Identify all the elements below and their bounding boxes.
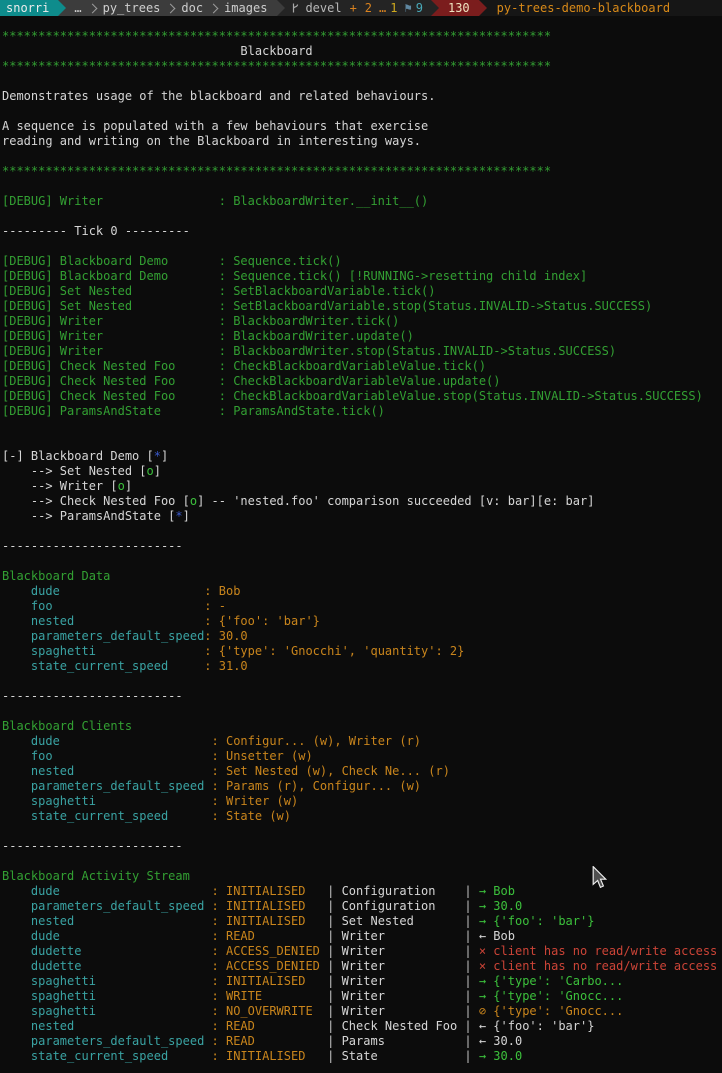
terminal-line: --------- Tick 0 --------- <box>2 224 190 238</box>
mouse-cursor-icon <box>592 866 607 889</box>
breadcrumb-item: … <box>74 1 82 15</box>
terminal-line: [DEBUG] ParamsAndState : ParamsAndState.… <box>2 404 385 418</box>
breadcrumb-item: doc <box>181 1 204 15</box>
git-stash-icon: ⚑ <box>404 1 412 15</box>
tmux-status-bar: snorri … py_trees doc images devel + 2 …… <box>0 0 722 16</box>
git-untracked-count: 1 <box>390 1 398 15</box>
running-command-name: py-trees-demo-blackboard <box>486 0 681 16</box>
terminal-line: state_current_speed : State (w) <box>2 809 291 823</box>
terminal-line: [DEBUG] Blackboard Demo : Sequence.tick(… <box>2 254 342 268</box>
chevron-separator-icon <box>208 3 219 13</box>
terminal-line: [DEBUG] Blackboard Demo : Sequence.tick(… <box>2 269 588 283</box>
terminal-line: nested : INITIALISED | Set Nested | → {'… <box>2 914 595 928</box>
terminal-line: nested : Set Nested (w), Check Ne... (r) <box>2 764 450 778</box>
terminal-line: --> Writer [o] <box>2 479 133 493</box>
terminal-line: [DEBUG] Writer : BlackboardWriter.__init… <box>2 194 429 208</box>
terminal-line: foo : Unsetter (w) <box>2 749 313 763</box>
terminal-line: dude : READ | Writer | ← Bob <box>2 929 515 943</box>
terminal-line: [DEBUG] Set Nested : SetBlackboardVariab… <box>2 284 436 298</box>
terminal-line: ------------------------- <box>2 689 183 703</box>
terminal-line: Blackboard <box>2 44 313 58</box>
terminal-line: ------------------------- <box>2 539 183 553</box>
terminal-line: parameters_default_speed: 30.0 <box>2 629 248 643</box>
terminal-line: ****************************************… <box>2 59 552 73</box>
terminal-line: [DEBUG] Check Nested Foo : CheckBlackboa… <box>2 389 703 403</box>
git-changed-icon: + <box>349 1 357 15</box>
powerline-arrow-icon <box>478 0 487 16</box>
command-label: py-trees-demo-blackboard <box>496 1 671 15</box>
terminal-line: [DEBUG] Set Nested : SetBlackboardVariab… <box>2 299 653 313</box>
terminal-line: [DEBUG] Writer : BlackboardWriter.update… <box>2 329 414 343</box>
terminal-line: parameters_default_speed : Params (r), C… <box>2 779 422 793</box>
terminal-line: nested : {'foo': 'bar'} <box>2 614 320 628</box>
git-branch-icon <box>293 3 299 13</box>
terminal-line: [DEBUG] Check Nested Foo : CheckBlackboa… <box>2 374 501 388</box>
git-stash-count: 9 <box>415 1 423 15</box>
terminal-line: A sequence is populated with a few behav… <box>2 119 429 133</box>
terminal-line: dudette : ACCESS_DENIED | Writer | × cli… <box>2 944 718 958</box>
git-changed-count: 2 <box>364 1 373 15</box>
terminal-line: ****************************************… <box>2 29 552 43</box>
terminal-line: spaghetti : INITIALISED | Writer | → {'t… <box>2 974 624 988</box>
terminal-line: reading and writing on the Blackboard in… <box>2 134 422 148</box>
terminal-line: spaghetti : Writer (w) <box>2 794 299 808</box>
terminal-line: Blackboard Activity Stream <box>2 869 190 883</box>
terminal-line: [-] Blackboard Demo [*] <box>2 449 169 463</box>
terminal-line: [DEBUG] Check Nested Foo : CheckBlackboa… <box>2 359 487 373</box>
git-untracked-icon: … <box>379 1 387 15</box>
terminal-line: --> Set Nested [o] <box>2 464 161 478</box>
powerline-arrow-icon <box>277 0 286 16</box>
terminal-line: spaghetti : WRITE | Writer | → {'type': … <box>2 989 624 1003</box>
terminal-line: state_current_speed : 31.0 <box>2 659 248 673</box>
powerline-arrow-icon <box>430 0 439 16</box>
hostname: snorri <box>6 1 50 15</box>
terminal-line: Blackboard Data <box>2 569 111 583</box>
terminal-line: ****************************************… <box>2 164 552 178</box>
terminal-line: [DEBUG] Writer : BlackboardWriter.stop(S… <box>2 344 617 358</box>
git-status-segment: devel + 2 … 1 ⚑ 9 <box>285 0 431 16</box>
terminal-line: parameters_default_speed : READ | Params… <box>2 1034 523 1048</box>
terminal-line: nested : READ | Check Nested Foo | ← {'f… <box>2 1019 595 1033</box>
terminal-output[interactable]: ****************************************… <box>0 16 722 1064</box>
terminal-line: ------------------------- <box>2 839 183 853</box>
path-segment: … py_trees doc images <box>66 0 278 16</box>
exit-code: 130 <box>447 1 470 15</box>
terminal-line: [DEBUG] Writer : BlackboardWriter.tick() <box>2 314 400 328</box>
exit-code-segment: 130 <box>438 0 479 16</box>
terminal-line: dudette : ACCESS_DENIED | Writer | × cli… <box>2 959 718 973</box>
terminal-line: dude : INITIALISED | Configuration | → B… <box>2 884 515 898</box>
terminal-line: parameters_default_speed : INITIALISED |… <box>2 899 523 913</box>
hostname-segment: snorri <box>0 0 59 16</box>
terminal-line: Demonstrates usage of the blackboard and… <box>2 89 436 103</box>
chevron-separator-icon <box>87 3 98 13</box>
terminal-line: Blackboard Clients <box>2 719 133 733</box>
terminal-line: --> Check Nested Foo [o] -- 'nested.foo'… <box>2 494 595 508</box>
terminal-line: --> ParamsAndState [*] <box>2 509 190 523</box>
terminal-line: dude : Bob <box>2 584 241 598</box>
git-branch-name: devel <box>305 1 342 15</box>
terminal-line: spaghetti : {'type': 'Gnocchi', 'quantit… <box>2 644 465 658</box>
terminal-line: foo : - <box>2 599 226 613</box>
terminal-line: dude : Configur... (w), Writer (r) <box>2 734 422 748</box>
terminal-line: spaghetti : NO_OVERWRITE | Writer | ⊘ {'… <box>2 1004 624 1018</box>
breadcrumb-item: images <box>224 1 268 15</box>
breadcrumb-item: py_trees <box>102 1 161 15</box>
chevron-separator-icon <box>165 3 176 13</box>
powerline-arrow-icon <box>58 0 67 16</box>
terminal-line: state_current_speed : INITIALISED | Stat… <box>2 1049 523 1063</box>
